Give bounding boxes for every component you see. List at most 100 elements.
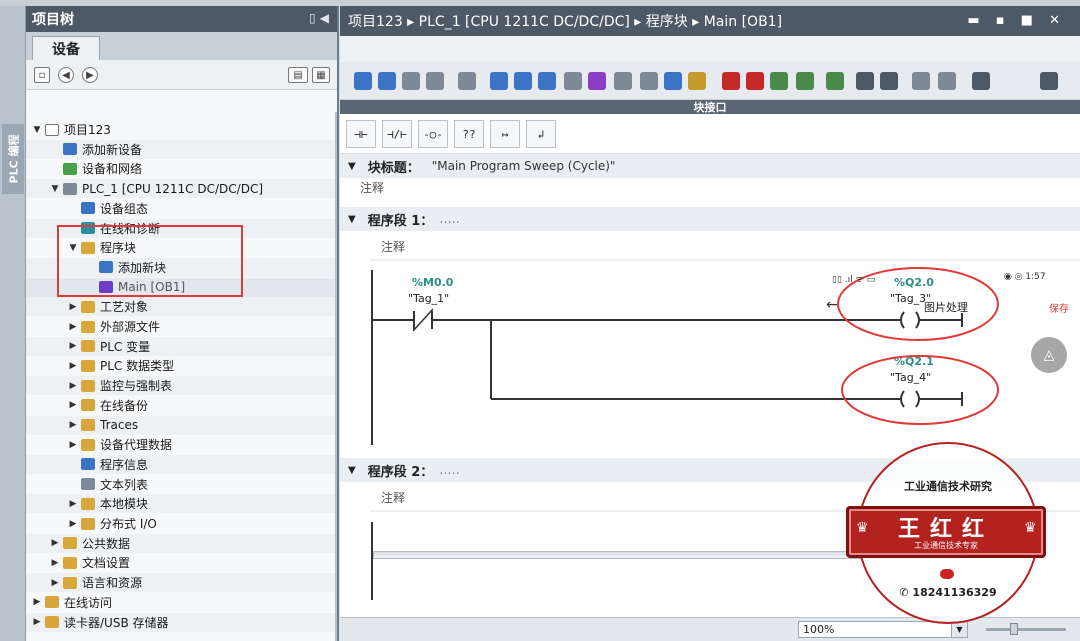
block-comment[interactable]: 注释	[360, 179, 384, 196]
collapsed-arrow-icon[interactable]: ▶	[68, 519, 78, 529]
normally-closed-contact-button[interactable]: ⊣/⊢	[382, 120, 412, 148]
detail-view-icon[interactable]: ▤	[288, 67, 308, 83]
expanded-arrow-icon[interactable]: ▼	[32, 125, 42, 135]
back-arrow-icon[interactable]: ←	[826, 297, 838, 313]
network-delete-icon[interactable]	[514, 72, 532, 90]
plc-programming-tab[interactable]: PLC 编程	[2, 124, 24, 194]
zoom-slider-track[interactable]	[986, 628, 1066, 631]
collapsed-arrow-icon[interactable]: ▶	[50, 558, 60, 568]
collapsed-arrow-icon[interactable]: ▶	[50, 578, 60, 588]
forward-icon[interactable]: ▶	[82, 67, 98, 83]
tree-item[interactable]: ▶ 在线访问	[26, 593, 337, 612]
collapsed-arrow-icon[interactable]: ▶	[68, 361, 78, 371]
tree-item[interactable]: ▼ 项目123	[26, 120, 337, 139]
tree-item[interactable]: 设备组态	[26, 199, 337, 218]
layout-icon[interactable]	[1040, 72, 1058, 90]
network-insert-icon[interactable]	[490, 72, 508, 90]
go-offline-icon[interactable]	[746, 72, 764, 90]
block-title-header[interactable]: ▼ 块标题： "Main Program Sweep (Cycle)"	[340, 154, 1080, 178]
collapsed-arrow-icon[interactable]: ▶	[68, 400, 78, 410]
tree-item[interactable]: ▶ 语言和资源	[26, 573, 337, 593]
tree-item[interactable]: ▶ 本地模块	[26, 494, 337, 514]
collapsed-arrow-icon[interactable]: ▶	[68, 341, 78, 351]
search-icon[interactable]	[938, 72, 956, 90]
compare-icon[interactable]	[458, 72, 476, 90]
tree-item[interactable]: ▶ PLC 变量	[26, 336, 337, 356]
block-title-value[interactable]: "Main Program Sweep (Cycle)"	[432, 159, 616, 173]
tree-item[interactable]: ▶ Traces	[26, 415, 337, 435]
open-branch-button[interactable]: ↦	[490, 120, 520, 148]
breadcrumb-item[interactable]: 项目123	[348, 14, 403, 30]
tree-item[interactable]: 设备和网络	[26, 159, 337, 178]
collapsed-arrow-icon[interactable]: ▶	[68, 302, 78, 312]
window-controls-icon[interactable]: ▬ ▪ ■ ✕	[967, 13, 1066, 28]
back-icon[interactable]: ◀	[58, 67, 74, 83]
zoom-slider-knob[interactable]	[1010, 623, 1018, 635]
chevron-down-icon[interactable]: ▼	[951, 622, 967, 637]
phone-save-button[interactable]: 保存	[1049, 300, 1069, 315]
collapsed-arrow-icon[interactable]: ▶	[32, 597, 42, 607]
modify-icon[interactable]	[796, 72, 814, 90]
tree-item[interactable]: ▶ 公共数据	[26, 533, 337, 553]
collapse-triangle-icon[interactable]: ▼	[348, 161, 356, 172]
network-1-comment[interactable]: 注释	[381, 238, 405, 255]
tree-item[interactable]: 程序信息	[26, 454, 337, 474]
network-2-title-placeholder[interactable]: .....	[439, 463, 460, 478]
close-branch-icon[interactable]	[880, 72, 898, 90]
breadcrumb-item[interactable]: 程序块	[646, 14, 688, 30]
close-branch-button[interactable]: ↲	[526, 120, 556, 148]
collapsed-arrow-icon[interactable]: ▶	[50, 538, 60, 548]
go-online-icon[interactable]	[722, 72, 740, 90]
absolute-address-icon[interactable]	[640, 72, 658, 90]
collapsed-arrow-icon[interactable]: ▶	[32, 617, 42, 627]
force-icon[interactable]	[826, 72, 844, 90]
tree-item[interactable]: ▶ 工艺对象	[26, 297, 337, 317]
tree-item[interactable]: 文本列表	[26, 475, 337, 494]
settings-icon[interactable]	[912, 72, 930, 90]
breadcrumb-item[interactable]: PLC_1 [CPU 1211C DC/DC/DC]	[419, 14, 630, 30]
tree-scrollbar[interactable]	[335, 112, 337, 641]
collapse-icon[interactable]	[588, 72, 606, 90]
breadcrumb-item[interactable]: Main [OB1]	[704, 14, 782, 30]
expanded-arrow-icon[interactable]: ▼	[50, 184, 60, 194]
watch-icon[interactable]	[770, 72, 788, 90]
compile-icon[interactable]	[354, 72, 372, 90]
new-item-icon[interactable]: ▫	[34, 67, 50, 83]
tree-item[interactable]: ▶ 文档设置	[26, 553, 337, 572]
tab-devices[interactable]: 设备	[32, 36, 100, 60]
copy-icon[interactable]	[426, 72, 444, 90]
rung-icon[interactable]	[538, 72, 556, 90]
normally-open-contact-button[interactable]: ⊣⊢	[346, 120, 376, 148]
collapsed-arrow-icon[interactable]: ▶	[68, 381, 78, 391]
network-1-title-placeholder[interactable]: .....	[439, 212, 460, 227]
download-icon[interactable]	[378, 72, 396, 90]
coil-button[interactable]: -○-	[418, 120, 448, 148]
collapsed-arrow-icon[interactable]: ▶	[68, 440, 78, 450]
tree-item[interactable]: 添加新设备	[26, 139, 337, 159]
network-2-comment[interactable]: 注释	[381, 489, 405, 506]
collapse-triangle-icon[interactable]: ▼	[348, 214, 356, 225]
tree-item[interactable]: ▶ 外部源文件	[26, 317, 337, 336]
monitor-icon[interactable]	[664, 72, 682, 90]
collapse-panel-icon[interactable]: ▯ ◀	[309, 11, 329, 25]
library-icon[interactable]	[972, 72, 990, 90]
tree-item[interactable]: ▼ PLC_1 [CPU 1211C DC/DC/DC]	[26, 179, 337, 199]
collapsed-arrow-icon[interactable]: ▶	[68, 499, 78, 509]
comment-toggle-icon[interactable]	[564, 72, 582, 90]
tree-item[interactable]: ▶ 监控与强制表	[26, 376, 337, 396]
tree-item[interactable]: ▶ 分布式 I/O	[26, 514, 337, 533]
tree-item[interactable]: ▶ 在线备份	[26, 396, 337, 415]
favorites-icon[interactable]	[688, 72, 706, 90]
upload-icon[interactable]	[402, 72, 420, 90]
overview-icon[interactable]: ▦	[312, 67, 330, 83]
empty-box-button[interactable]: ??	[454, 120, 484, 148]
expand-icon[interactable]	[614, 72, 632, 90]
network-1-header[interactable]: ▼ 程序段 1： .....	[340, 207, 1080, 231]
tree-item[interactable]: ▶ PLC 数据类型	[26, 356, 337, 375]
tree-item[interactable]: ▶ 读卡器/USB 存储器	[26, 612, 337, 632]
collapsed-arrow-icon[interactable]: ▶	[68, 322, 78, 332]
compare-icon[interactable]: ◬	[1031, 337, 1067, 373]
tree-item[interactable]: ▶ 设备代理数据	[26, 435, 337, 454]
collapse-triangle-icon[interactable]: ▼	[348, 465, 356, 476]
open-branch-icon[interactable]	[856, 72, 874, 90]
